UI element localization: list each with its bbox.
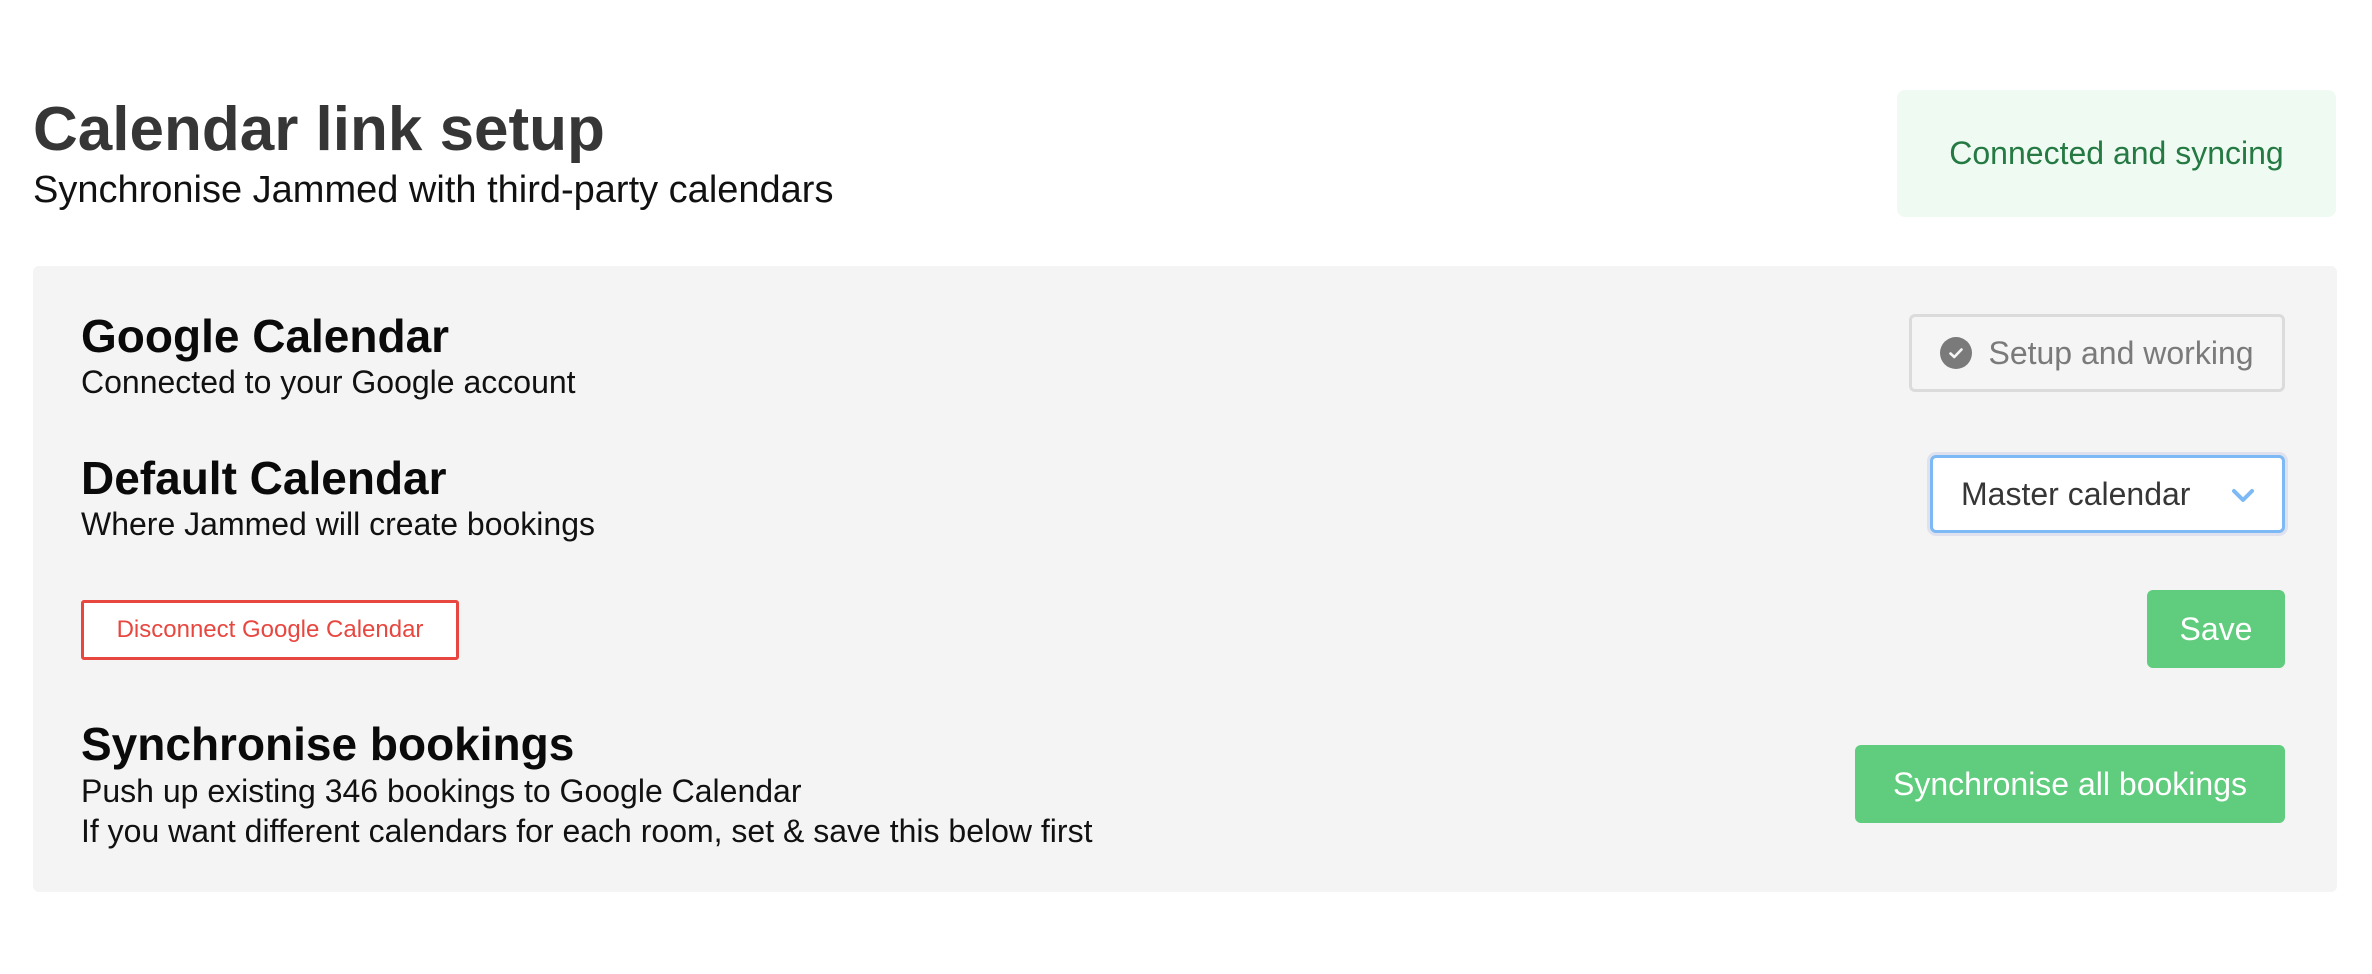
- synchronise-all-bookings-button[interactable]: Synchronise all bookings: [1855, 745, 2285, 823]
- check-circle-icon: [1940, 337, 1973, 369]
- default-calendar-title: Default Calendar: [81, 452, 447, 504]
- connection-status-banner: Connected and syncing: [1897, 90, 2336, 217]
- default-calendar-selected-value: Master calendar: [1961, 475, 2191, 512]
- chevron-down-icon: [2232, 489, 2254, 502]
- connection-status-text: Connected and syncing: [1949, 135, 2284, 171]
- page-title: Calendar link setup: [33, 95, 605, 164]
- google-calendar-title: Google Calendar: [81, 310, 450, 362]
- calendar-settings-panel: Google Calendar Connected to your Google…: [33, 266, 2337, 892]
- synchronise-bookings-note: If you want different calendars for each…: [81, 813, 1093, 849]
- default-calendar-select[interactable]: Master calendar: [1930, 455, 2285, 533]
- page-subtitle: Synchronise Jammed with third-party cale…: [33, 169, 834, 211]
- synchronise-bookings-description: Push up existing 346 bookings to Google …: [81, 773, 802, 809]
- setup-status-indicator: Setup and working: [1909, 314, 2285, 392]
- disconnect-google-calendar-button[interactable]: Disconnect Google Calendar: [81, 600, 459, 660]
- google-calendar-description: Connected to your Google account: [81, 364, 576, 400]
- synchronise-bookings-title: Synchronise bookings: [81, 718, 575, 770]
- page-header: Calendar link setup Synchronise Jammed w…: [33, 92, 833, 212]
- default-calendar-description: Where Jammed will create bookings: [81, 506, 595, 542]
- save-button[interactable]: Save: [2147, 590, 2285, 668]
- setup-status-label: Setup and working: [1988, 334, 2254, 371]
